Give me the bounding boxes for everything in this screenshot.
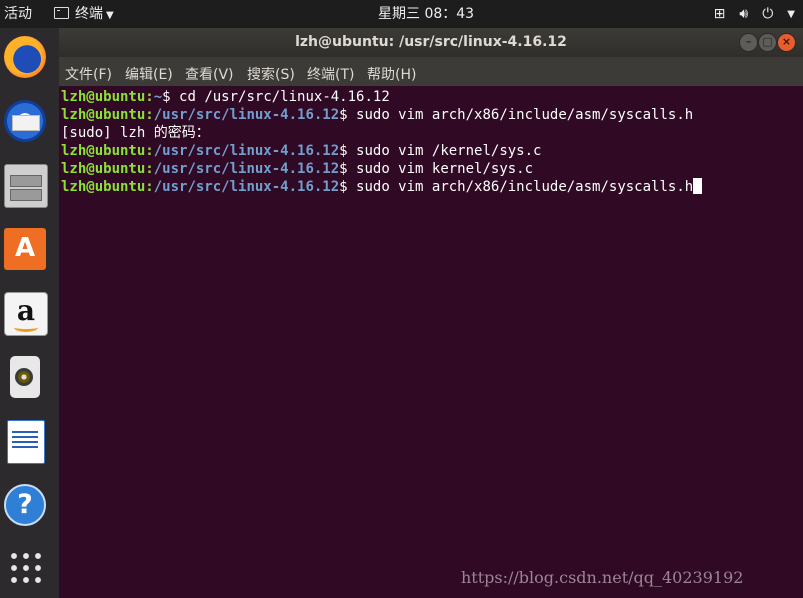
- menu-bar: 文件(F) 编辑(E) 查看(V) 搜索(S) 终端(T) 帮助(H): [59, 57, 803, 86]
- terminal-line: lzh@ubuntu:/usr/src/linux-4.16.12$ sudo …: [61, 178, 703, 196]
- terminal-line: [sudo] lzh 的密码：: [61, 125, 210, 141]
- firefox-icon[interactable]: [4, 36, 46, 78]
- menu-terminal[interactable]: 终端(T): [307, 64, 354, 84]
- show-apps-icon[interactable]: [8, 550, 44, 586]
- clock[interactable]: 星期三 08：43: [378, 0, 474, 28]
- activities-button[interactable]: 活动: [4, 0, 32, 28]
- thunderbird-icon[interactable]: [4, 100, 46, 142]
- terminal-cursor: [693, 178, 703, 194]
- top-bar: 活动 终端 ▼ 星期三 08：43 ⊞ 🔊︎ ⏻ ▼: [0, 0, 803, 28]
- watermark: https://blog.csdn.net/qq_40239192: [461, 568, 744, 587]
- window-titlebar[interactable]: lzh@ubuntu: /usr/src/linux-4.16.12 – □ ×: [59, 28, 803, 57]
- close-button[interactable]: ×: [777, 33, 796, 52]
- amazon-glyph: a: [16, 294, 36, 327]
- help-glyph: ?: [17, 489, 33, 520]
- terminal-line: lzh@ubuntu:/usr/src/linux-4.16.12$ sudo …: [61, 143, 542, 159]
- menu-view[interactable]: 查看(V): [185, 64, 234, 84]
- libreoffice-writer-icon[interactable]: [7, 420, 45, 464]
- terminal-line: lzh@ubuntu:~$ cd /usr/src/linux-4.16.12: [61, 89, 390, 105]
- menu-file[interactable]: 文件(F): [65, 64, 112, 84]
- menu-search[interactable]: 搜索(S): [247, 64, 295, 84]
- help-icon[interactable]: ?: [4, 484, 46, 526]
- terminal-output[interactable]: lzh@ubuntu:~$ cd /usr/src/linux-4.16.12 …: [59, 86, 803, 598]
- window-title: lzh@ubuntu: /usr/src/linux-4.16.12: [295, 34, 567, 50]
- app-menu-label: 终端: [75, 6, 103, 22]
- power-icon: ⏻: [762, 5, 774, 22]
- menu-help[interactable]: 帮助(H): [367, 64, 416, 84]
- terminal-line: lzh@ubuntu:/usr/src/linux-4.16.12$ sudo …: [61, 107, 694, 123]
- menu-edit[interactable]: 编辑(E): [125, 64, 173, 84]
- volume-icon: 🔊︎: [739, 5, 749, 22]
- terminal-window: lzh@ubuntu: /usr/src/linux-4.16.12 – □ ×…: [59, 28, 803, 598]
- system-status-area[interactable]: ⊞ 🔊︎ ⏻ ▼: [714, 0, 795, 28]
- maximize-button[interactable]: □: [758, 33, 777, 52]
- terminal-line: lzh@ubuntu:/usr/src/linux-4.16.12$ sudo …: [61, 161, 534, 177]
- software-store-icon[interactable]: A: [4, 228, 46, 270]
- chevron-down-icon: ▼: [787, 8, 795, 20]
- amazon-icon[interactable]: a: [4, 292, 48, 336]
- store-glyph: A: [14, 233, 36, 263]
- dock: A a ?: [0, 28, 59, 598]
- chevron-down-icon: ▼: [106, 10, 114, 21]
- files-icon[interactable]: [4, 164, 48, 208]
- app-menu-button[interactable]: 终端 ▼: [54, 0, 114, 28]
- minimize-button[interactable]: –: [739, 33, 758, 52]
- terminal-icon: [54, 7, 69, 19]
- network-icon: ⊞: [713, 5, 726, 22]
- rhythmbox-icon[interactable]: [10, 356, 40, 398]
